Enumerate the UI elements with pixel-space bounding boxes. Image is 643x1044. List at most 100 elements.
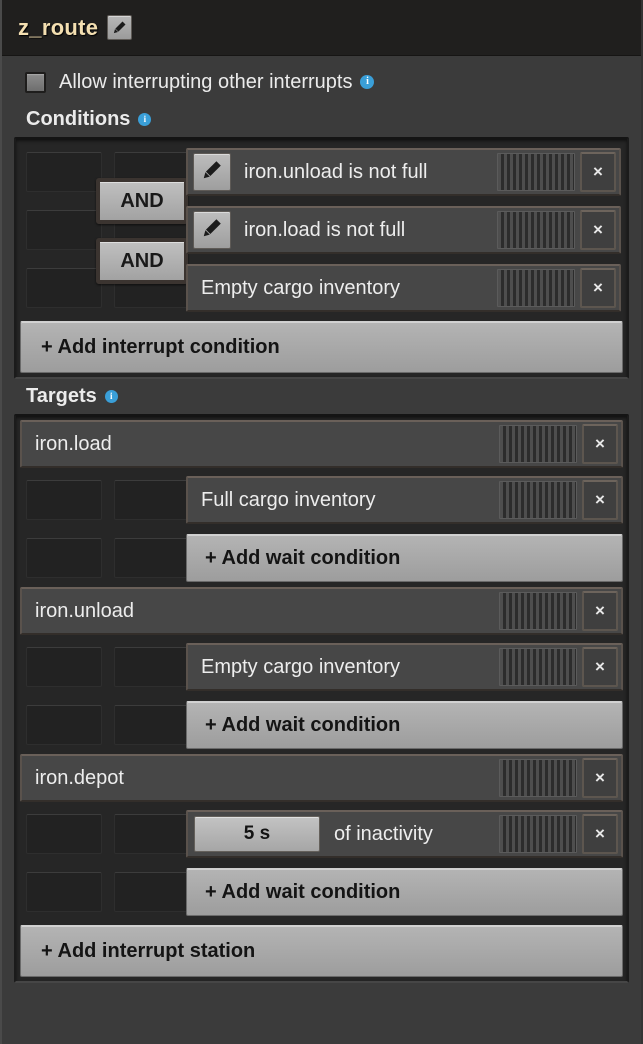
drag-handle-icon[interactable] [499, 425, 577, 463]
station-name: iron.depot [35, 766, 124, 789]
empty-slot [26, 268, 102, 308]
empty-slot [26, 538, 102, 578]
edit-condition-button[interactable] [193, 211, 231, 249]
edit-condition-button[interactable] [193, 153, 231, 191]
condition-operator-button[interactable]: AND [96, 238, 188, 284]
wait-condition-label: Empty cargo inventory [201, 655, 400, 678]
inactivity-timer-button[interactable]: 5 s [194, 816, 320, 852]
drag-handle-icon[interactable] [499, 759, 577, 797]
delete-station-button[interactable]: × [582, 424, 618, 464]
interrupt-editor-window: z_route Allow interrupting other interru… [0, 0, 643, 1044]
station-row[interactable]: iron.depot × [20, 754, 623, 802]
allow-interrupting-label: Allow interrupting other interrupts [59, 70, 353, 93]
delete-wait-condition-button[interactable]: × [582, 647, 618, 687]
empty-slot [26, 152, 102, 192]
drag-handle-icon[interactable] [497, 211, 575, 249]
empty-slot [26, 647, 102, 687]
condition-row[interactable]: iron.unload is not full × [186, 148, 621, 196]
empty-slot [114, 705, 190, 745]
allow-interrupting-checkbox[interactable] [25, 71, 46, 93]
station-bar-wrap: iron.unload × [20, 587, 623, 635]
wait-condition-overlay: Empty cargo inventory × [186, 638, 623, 696]
station-row[interactable]: iron.unload × [20, 587, 623, 635]
conditions-panel: AND AND iron.unload is not full × iron.l… [14, 137, 629, 379]
condition-row[interactable]: iron.load is not full × [186, 206, 621, 254]
title-bar: z_route [2, 0, 641, 56]
info-icon[interactable]: i [104, 390, 118, 403]
condition-label: Empty cargo inventory [201, 276, 400, 299]
delete-condition-button[interactable]: × [580, 210, 616, 250]
conditions-list-overlay: iron.unload is not full × iron.load is n… [186, 143, 621, 317]
station-name: iron.load [35, 432, 112, 455]
pencil-icon [201, 159, 223, 186]
conditions-grid: AND AND iron.unload is not full × iron.l… [20, 143, 623, 317]
add-interrupt-station-button[interactable]: + Add interrupt station [20, 925, 623, 977]
station-bar-wrap: iron.depot × [20, 754, 623, 802]
wait-condition-row[interactable]: Empty cargo inventory × [186, 643, 623, 691]
target-station-block: iron.unload × Empty cargo inventory × + … [20, 587, 623, 754]
drag-handle-icon[interactable] [497, 269, 575, 307]
targets-heading: Targets i [26, 385, 629, 408]
wait-conditions-grid: 5 s of inactivity × + Add wait condition [20, 805, 623, 921]
wait-condition-label: of inactivity [334, 822, 433, 845]
targets-heading-label: Targets [26, 385, 97, 407]
delete-station-button[interactable]: × [582, 758, 618, 798]
wait-conditions-grid: Empty cargo inventory × + Add wait condi… [20, 638, 623, 754]
empty-slot [114, 647, 190, 687]
conditions-heading: Conditions i [26, 108, 629, 131]
empty-slot [26, 480, 102, 520]
pencil-icon [112, 20, 127, 35]
add-wait-overlay: + Add wait condition [186, 529, 623, 587]
empty-slot [26, 872, 102, 912]
empty-slot [26, 705, 102, 745]
add-wait-condition-button[interactable]: + Add wait condition [186, 868, 623, 916]
info-icon[interactable]: i [138, 113, 152, 126]
empty-slot [26, 210, 102, 250]
target-station-block: iron.load × Full cargo inventory × + Add… [20, 420, 623, 587]
add-interrupt-condition-button[interactable]: + Add interrupt condition [20, 321, 623, 373]
drag-handle-icon[interactable] [499, 648, 577, 686]
conditions-heading-label: Conditions [26, 108, 131, 130]
condition-label: iron.load is not full [244, 218, 406, 241]
wait-condition-row[interactable]: 5 s of inactivity × [186, 810, 623, 858]
empty-slot [114, 814, 190, 854]
add-wait-condition-button[interactable]: + Add wait condition [186, 701, 623, 749]
wait-conditions-grid: Full cargo inventory × + Add wait condit… [20, 471, 623, 587]
drag-handle-icon[interactable] [499, 481, 577, 519]
page-title: z_route [18, 14, 99, 40]
empty-slot [114, 538, 190, 578]
wait-condition-overlay: Full cargo inventory × [186, 471, 623, 529]
empty-slot [26, 814, 102, 854]
conditions-list: iron.unload is not full × iron.load is n… [186, 148, 621, 312]
delete-condition-button[interactable]: × [580, 152, 616, 192]
drag-handle-icon[interactable] [497, 153, 575, 191]
delete-station-button[interactable]: × [582, 591, 618, 631]
rename-interrupt-button[interactable] [107, 15, 133, 40]
drag-handle-icon[interactable] [499, 592, 577, 630]
pencil-icon [201, 217, 223, 244]
delete-wait-condition-button[interactable]: × [582, 480, 618, 520]
empty-slot [114, 480, 190, 520]
operator-overlay-1: AND [96, 172, 188, 230]
drag-handle-icon[interactable] [499, 815, 577, 853]
station-name: iron.unload [35, 599, 134, 622]
add-wait-overlay: + Add wait condition [186, 696, 623, 754]
condition-operator-button[interactable]: AND [96, 178, 188, 224]
delete-condition-button[interactable]: × [580, 268, 616, 308]
info-icon[interactable]: i [360, 75, 375, 89]
wait-condition-row[interactable]: Full cargo inventory × [186, 476, 623, 524]
station-bar-wrap: iron.load × [20, 420, 623, 468]
wait-condition-overlay: 5 s of inactivity × [186, 805, 623, 863]
content-area: Allow interrupting other interrupts i Co… [2, 56, 641, 1044]
add-wait-overlay: + Add wait condition [186, 863, 623, 921]
targets-panel: iron.load × Full cargo inventory × + Add… [14, 414, 629, 983]
condition-row[interactable]: Empty cargo inventory × [186, 264, 621, 312]
wait-condition-label: Full cargo inventory [201, 488, 376, 511]
station-row[interactable]: iron.load × [20, 420, 623, 468]
empty-slot [114, 872, 190, 912]
allow-interrupting-row[interactable]: Allow interrupting other interrupts i [14, 66, 629, 98]
condition-label: iron.unload is not full [244, 160, 428, 183]
add-wait-condition-button[interactable]: + Add wait condition [186, 534, 623, 582]
delete-wait-condition-button[interactable]: × [582, 814, 618, 854]
target-station-block: iron.depot × 5 s of inactivity × + Add w… [20, 754, 623, 921]
